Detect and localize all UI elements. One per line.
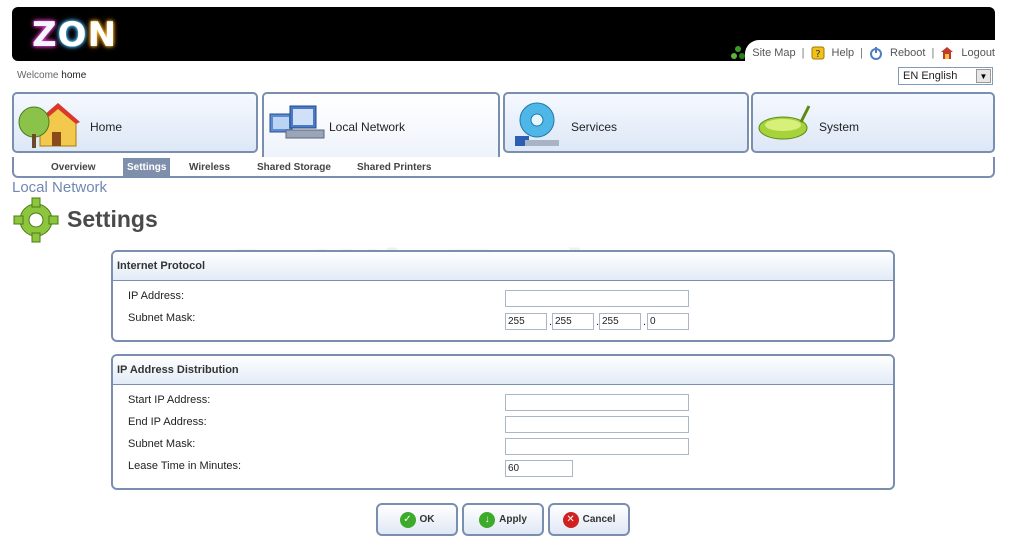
ip-distribution-panel: IP Address Distribution Start IP Address… (111, 354, 895, 490)
tab-home-label: Home (90, 120, 123, 134)
check-icon: ✓ (399, 511, 416, 528)
ok-button[interactable]: ✓ OK (376, 503, 458, 536)
subnet-mask-octet-4[interactable] (647, 313, 689, 330)
subnet-mask-label: Subnet Mask: (128, 312, 196, 324)
chevron-down-icon[interactable]: ▼ (976, 69, 991, 83)
subnav-shared-storage[interactable]: Shared Storage (257, 162, 331, 173)
ip-address-label: IP Address: (128, 290, 185, 302)
lease-time-label: Lease Time in Minutes: (128, 460, 242, 472)
end-ip-label: End IP Address: (128, 416, 207, 428)
dist-subnet-mask-label: Subnet Mask: (128, 438, 196, 450)
tab-system[interactable]: System (751, 92, 995, 153)
tab-system-label: System (819, 120, 860, 134)
sitemap-icon (731, 46, 746, 59)
subnav-overview[interactable]: Overview (51, 162, 95, 173)
apply-icon: ↓ (479, 511, 496, 528)
subnet-mask-octet-2[interactable] (552, 313, 594, 330)
power-icon (870, 47, 882, 60)
username: home (61, 70, 87, 81)
end-ip-input[interactable] (505, 416, 689, 433)
tab-services[interactable]: Services (503, 92, 749, 153)
logout-icon (941, 47, 954, 59)
tab-local-network-label: Local Network (329, 120, 406, 134)
zon-logo[interactable]: ZON (32, 15, 117, 55)
start-ip-input[interactable] (505, 394, 689, 411)
top-links: Site Map | ? Help | Reboot | Logout (731, 46, 995, 60)
subnav-shared-printers[interactable]: Shared Printers (357, 162, 431, 173)
internet-protocol-panel: Internet Protocol IP Address: Subnet Mas… (111, 250, 895, 342)
ip-address-input[interactable] (505, 290, 689, 307)
subnav-wireless[interactable]: Wireless (189, 162, 230, 173)
help-icon: ? (811, 46, 825, 60)
dist-subnet-mask-input[interactable] (505, 438, 689, 455)
tab-local-network[interactable]: Local Network (262, 92, 500, 158)
svg-text:?: ? (815, 49, 820, 60)
panel-title: IP Address Distribution (113, 356, 893, 385)
lease-time-input[interactable] (505, 460, 573, 477)
cancel-icon: ✕ (562, 511, 579, 528)
apply-button[interactable]: ↓ Apply (462, 503, 544, 536)
welcome-text: Welcome home (17, 70, 87, 81)
start-ip-label: Start IP Address: (128, 394, 211, 406)
site-map-link[interactable]: Site Map (752, 47, 795, 59)
subnet-mask-octet-3[interactable] (599, 313, 641, 330)
tab-home[interactable]: Home (12, 92, 258, 153)
cancel-button[interactable]: ✕ Cancel (548, 503, 630, 536)
house-icon (18, 103, 80, 148)
panel-title: Internet Protocol (113, 252, 893, 281)
subnet-mask-octet-1[interactable] (505, 313, 547, 330)
sub-navigation: Overview Settings Wireless Shared Storag… (12, 157, 995, 178)
page-title: Settings (67, 206, 158, 232)
router-icon (758, 105, 811, 140)
logout-link[interactable]: Logout (961, 47, 995, 59)
section-title: Local Network (12, 179, 108, 196)
reboot-link[interactable]: Reboot (890, 47, 925, 59)
help-link[interactable]: Help (832, 47, 855, 59)
network-icon (269, 105, 325, 139)
services-icon (515, 102, 559, 146)
language-select[interactable]: EN English ▼ (898, 67, 993, 85)
tab-services-label: Services (571, 120, 618, 134)
subnav-settings[interactable]: Settings (123, 158, 171, 176)
gear-icon (13, 197, 59, 243)
